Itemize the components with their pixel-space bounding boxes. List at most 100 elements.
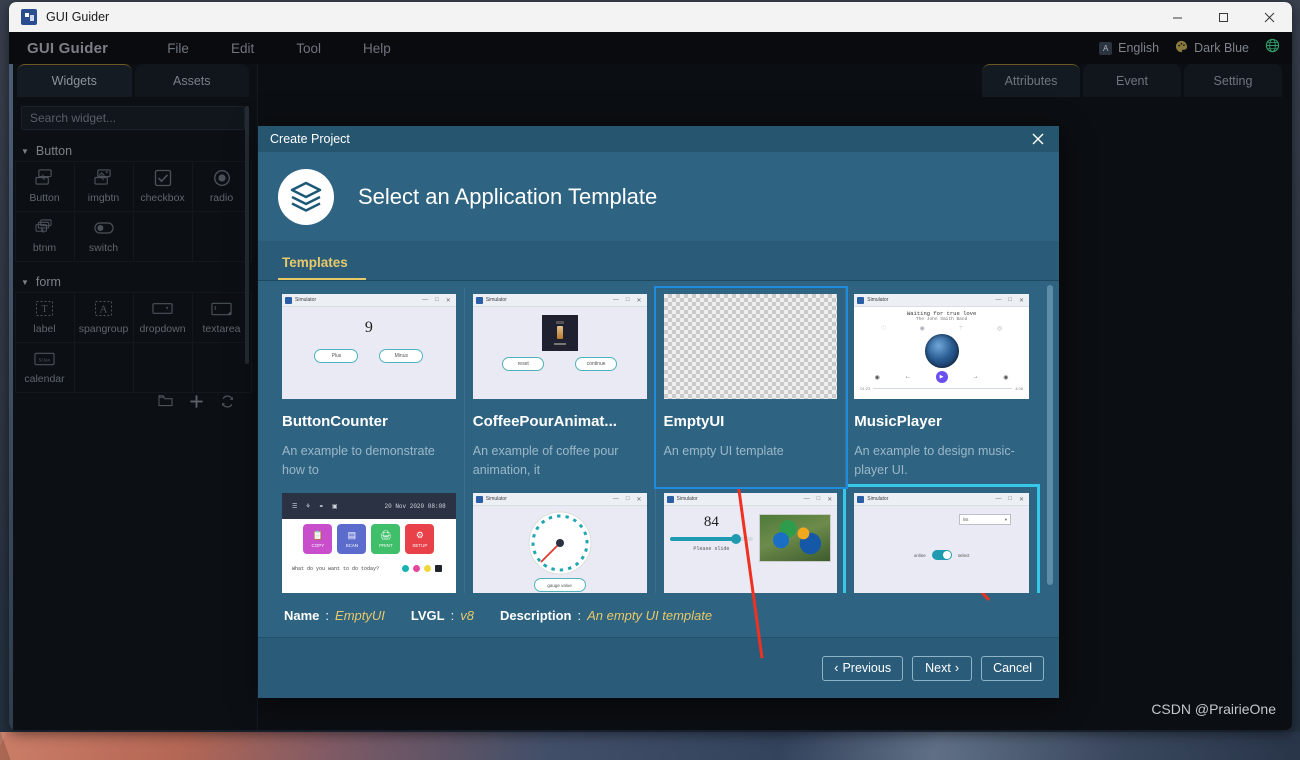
tab-templates[interactable]: Templates <box>278 255 366 280</box>
sim-icon <box>285 296 292 304</box>
widget-dropdown[interactable]: dropdown <box>132 291 193 343</box>
sim-title: Simulator <box>867 496 889 502</box>
music-progress-bar <box>873 387 1013 390</box>
info-description-key: Description <box>499 607 572 623</box>
theme-label: Dark Blue <box>1194 41 1249 55</box>
menu-help[interactable]: Help <box>363 41 391 56</box>
close-button[interactable] <box>1246 2 1292 32</box>
templates-scrollbar-track[interactable] <box>1047 285 1053 589</box>
language-selector[interactable]: A English <box>1099 41 1159 55</box>
info-colon: : <box>450 607 455 623</box>
sim-title: Simulator <box>867 297 889 303</box>
widget-spangroup[interactable]: A spangroup <box>73 291 134 343</box>
cancel-label: Cancel <box>993 661 1032 675</box>
layers-icon <box>278 168 334 225</box>
template-card-emptyui[interactable]: EmptyUI An empty UI template <box>653 286 849 489</box>
switch-left-label: online <box>913 552 926 558</box>
widgets-panel-scrollbar[interactable] <box>245 106 249 364</box>
music-next-track-icon: ◉ <box>1003 374 1009 381</box>
tab-setting[interactable]: Setting <box>1184 64 1282 97</box>
minimize-button[interactable] <box>1154 2 1200 32</box>
coffee-animation-area <box>541 315 578 351</box>
sim-titlebar: Simulator — □ ✕ <box>472 493 647 506</box>
menu-file[interactable]: File <box>167 41 189 56</box>
templates-scrollbar-thumb[interactable] <box>1047 285 1053 585</box>
widget-radio[interactable]: radio <box>191 160 252 212</box>
group-header-form[interactable]: ▼ form <box>21 275 257 289</box>
widget-textarea[interactable]: textarea <box>191 291 252 343</box>
widget-label-w[interactable]: T label <box>14 291 75 343</box>
template-card-slider[interactable]: Simulator — □ ✕ 84 Please slide <box>656 487 847 593</box>
music-forward-icon: → <box>972 374 979 380</box>
template-card-gauge[interactable]: Simulator — □ ✕ gauge value <box>465 487 656 593</box>
maximize-button[interactable] <box>1200 2 1246 32</box>
sim-titlebar: Simulator — □ ✕ <box>854 493 1029 506</box>
widget-switch[interactable]: switch <box>73 210 134 262</box>
template-description: An example to design music-player UI. <box>854 444 1015 478</box>
theme-selector[interactable]: Dark Blue <box>1175 40 1249 56</box>
print-icon: 🖨 <box>380 530 392 540</box>
tools-icon: ⚘ <box>305 503 311 510</box>
music-more-icon: ◎ <box>997 326 1003 332</box>
chevron-down-icon: ▼ <box>21 146 29 156</box>
tab-attributes[interactable]: Attributes <box>982 64 1080 97</box>
group-header-button[interactable]: ▼ Button <box>21 144 257 158</box>
next-button[interactable]: Next › <box>912 655 973 681</box>
dropdown-icon <box>152 299 173 318</box>
music-prev-track-icon: ◉ <box>874 374 880 381</box>
widget-checkbox[interactable]: checkbox <box>132 160 193 212</box>
info-colon: : <box>577 607 582 623</box>
close-icon[interactable] <box>1017 126 1059 152</box>
sim-icon <box>475 296 483 304</box>
language-icon: A <box>1099 41 1113 55</box>
sim-window-controls: — □ ✕ <box>995 495 1024 503</box>
dialog-footer: ‹ Previous Next › Cancel <box>258 637 1059 698</box>
widget-imgbtn[interactable]: imgbtn <box>73 160 134 212</box>
tab-widgets[interactable]: Widgets <box>17 64 132 97</box>
widget-grid-form: T label A spangroup dropdown textarea 5/… <box>14 291 252 393</box>
globe-icon[interactable] <box>1265 38 1280 58</box>
label-icon: T <box>35 299 54 318</box>
sim-body: list ▾ online select <box>854 514 1029 593</box>
gauge-caption: gauge value <box>533 578 586 592</box>
template-card-coffeepouranimation[interactable]: Simulator — □ ✕ reset continue CoffeePou… <box>465 288 656 487</box>
previous-button[interactable]: ‹ Previous <box>822 655 904 681</box>
template-thumbnail: ☰ ⚘ ⚭ ▣ 20 Nov 2020 08:08 📋 COPY ▤ SCAN … <box>282 493 456 593</box>
widget-label: switch <box>88 242 119 254</box>
printer-prompt: What do you want to do today? <box>292 565 380 572</box>
widget-label: calendar <box>24 373 65 385</box>
slider-value: 84 <box>703 514 719 530</box>
templates-grid-container: Simulator — □ ✕ 9 Plus Minus ButtonCount… <box>258 281 1059 593</box>
window-title: GUI Guider <box>46 10 110 24</box>
create-project-dialog: Create Project Select an Application Tem… <box>258 126 1059 698</box>
widget-button[interactable]: Button <box>14 160 75 212</box>
template-card-musicplayer[interactable]: Simulator — □ ✕ Waiting for true love The … <box>846 288 1037 487</box>
tab-assets[interactable]: Assets <box>134 64 249 97</box>
widget-empty-slot <box>132 210 193 262</box>
music-mode-icon: ◉ <box>919 326 925 332</box>
template-card-printer[interactable]: ☰ ⚘ ⚭ ▣ 20 Nov 2020 08:08 📋 COPY ▤ SCAN … <box>274 487 465 593</box>
template-card-switch[interactable]: Simulator — □ ✕ list ▾ online select <box>843 484 1040 593</box>
template-thumbnail: Simulator — □ ✕ list ▾ online select <box>854 493 1029 593</box>
tab-event[interactable]: Event <box>1083 64 1181 97</box>
widget-grid-button: Button imgbtn checkbox radio btnm switch <box>14 160 252 262</box>
palette-icon <box>1175 40 1188 56</box>
widget-btnm[interactable]: btnm <box>14 210 75 262</box>
search-widget-input[interactable]: Search widget... <box>21 106 245 130</box>
cancel-button[interactable]: Cancel <box>981 655 1044 681</box>
dialog-title: Create Project <box>270 132 350 146</box>
printer-function-tiles: 📋 COPY ▤ SCAN 🖨 PRINT ⚙ SETUP <box>290 519 448 559</box>
template-thumbnail: Simulator — □ ✕ reset continue <box>472 294 647 399</box>
menu-tool[interactable]: Tool <box>296 41 321 56</box>
refresh-icon[interactable] <box>220 394 235 414</box>
widget-calendar[interactable]: 5/Jan calendar <box>14 341 75 393</box>
dialog-header: Select an Application Template <box>258 152 1059 241</box>
plus-icon[interactable] <box>189 394 204 414</box>
sim-window-controls: — □ ✕ <box>612 296 642 304</box>
folder-icon[interactable] <box>158 394 173 414</box>
template-card-buttoncounter[interactable]: Simulator — □ ✕ 9 Plus Minus ButtonCount… <box>274 288 465 487</box>
menu-edit[interactable]: Edit <box>231 41 254 56</box>
template-thumbnail: Simulator — □ ✕ 9 Plus Minus <box>282 294 456 399</box>
dropdown-preview: list ▾ <box>959 514 1011 525</box>
scan-icon: ▤ <box>347 530 357 540</box>
